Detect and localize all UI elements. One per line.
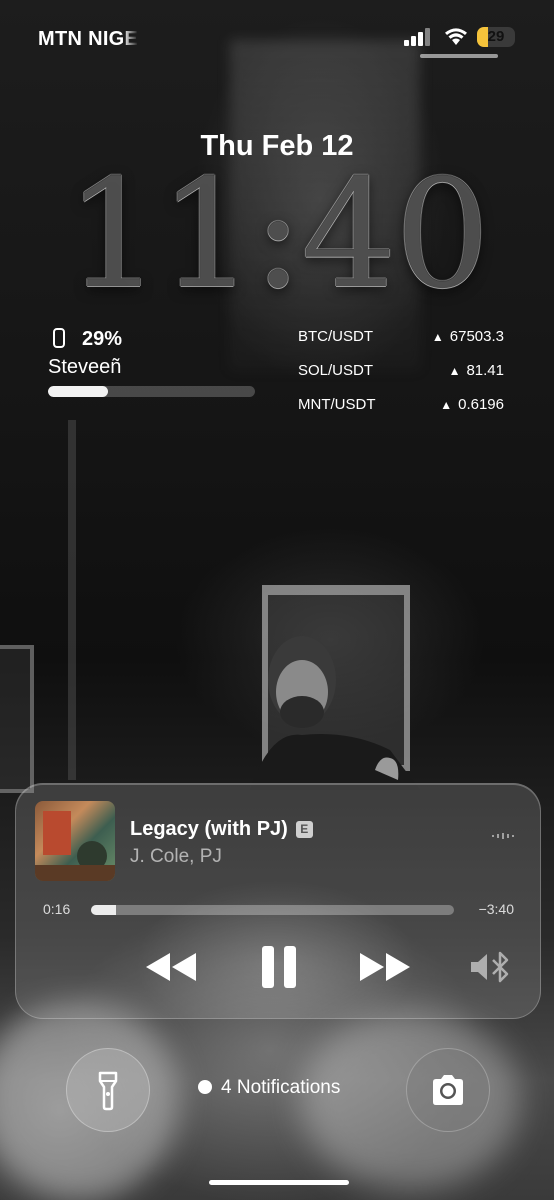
wifi-icon [445, 28, 467, 45]
crypto-row: SOL/USDT ▲ 81.41 [298, 359, 508, 393]
background-pole [68, 420, 76, 780]
crypto-pair: SOL/USDT [298, 362, 374, 379]
crypto-row: MNT/USDT ▲ 0.6196 [298, 393, 508, 427]
signal-icon [404, 28, 430, 46]
device-battery-percent: 29% [82, 328, 123, 350]
device-battery-bar [48, 386, 255, 397]
camera-button[interactable] [406, 1048, 490, 1132]
pause-icon[interactable] [259, 944, 299, 990]
crypto-row: BTC/USDT ▲ 67503.3 [298, 325, 508, 359]
time-elapsed: 0:16 [43, 901, 71, 917]
home-indicator[interactable] [209, 1180, 349, 1185]
phone-icon [53, 328, 65, 348]
battery-icon: 29 [477, 27, 515, 47]
fast-forward-icon[interactable] [357, 949, 413, 985]
status-bar: MTN NIGE 29 [0, 0, 554, 70]
bluetooth-speaker-icon[interactable] [469, 950, 513, 984]
album-art[interactable] [35, 801, 115, 881]
camera-icon [433, 1075, 463, 1105]
track-title: Legacy (with PJ) [130, 818, 288, 840]
audio-waveform-icon [492, 833, 514, 839]
crypto-value-wrap: ▲ 81.41 [449, 362, 504, 379]
crypto-pair: BTC/USDT [298, 328, 373, 345]
now-playing-widget[interactable]: Legacy (with PJ) E J. Cole, PJ 0:16 −3:40 [15, 783, 541, 1019]
control-center-grabber[interactable] [420, 54, 498, 58]
flashlight-icon [98, 1071, 118, 1111]
track-title-wrap: Legacy (with PJ) E [130, 818, 313, 841]
background-window-left [0, 645, 34, 793]
up-arrow-icon: ▲ [448, 364, 461, 378]
crypto-widget[interactable]: BTC/USDT ▲ 67503.3 SOL/USDT ▲ 81.41 MNT/US… [298, 325, 508, 427]
lock-clock: 11:40 [65, 148, 490, 322]
device-name: Steveeñ [48, 356, 122, 378]
battery-level-text: 29 [487, 28, 505, 45]
playback-progress-fill [91, 905, 117, 915]
track-artist: J. Cole, PJ [130, 846, 222, 867]
wallpaper-person [250, 636, 420, 790]
playback-scrubber[interactable] [91, 905, 454, 915]
up-arrow-icon: ▲ [440, 398, 453, 412]
rewind-icon[interactable] [143, 949, 199, 985]
crypto-value-wrap: ▲ 67503.3 [432, 328, 504, 345]
notification-dot-icon [198, 1080, 212, 1094]
notifications-count: 4 Notifications [221, 1077, 341, 1098]
time-remaining: −3:40 [478, 901, 514, 917]
up-arrow-icon: ▲ [431, 330, 444, 344]
crypto-pair: MNT/USDT [298, 396, 376, 413]
notifications-indicator[interactable]: 4 Notifications [198, 1077, 340, 1099]
crypto-value: 0.6196 [458, 396, 504, 413]
flashlight-button[interactable] [66, 1048, 150, 1132]
explicit-badge: E [295, 821, 313, 838]
crypto-value: 81.41 [466, 362, 504, 379]
carrier-name: MTN NIGE [38, 28, 139, 50]
crypto-value-wrap: ▲ 0.6196 [440, 396, 504, 413]
crypto-value: 67503.3 [449, 328, 504, 345]
device-battery-bar-fill [48, 386, 109, 397]
